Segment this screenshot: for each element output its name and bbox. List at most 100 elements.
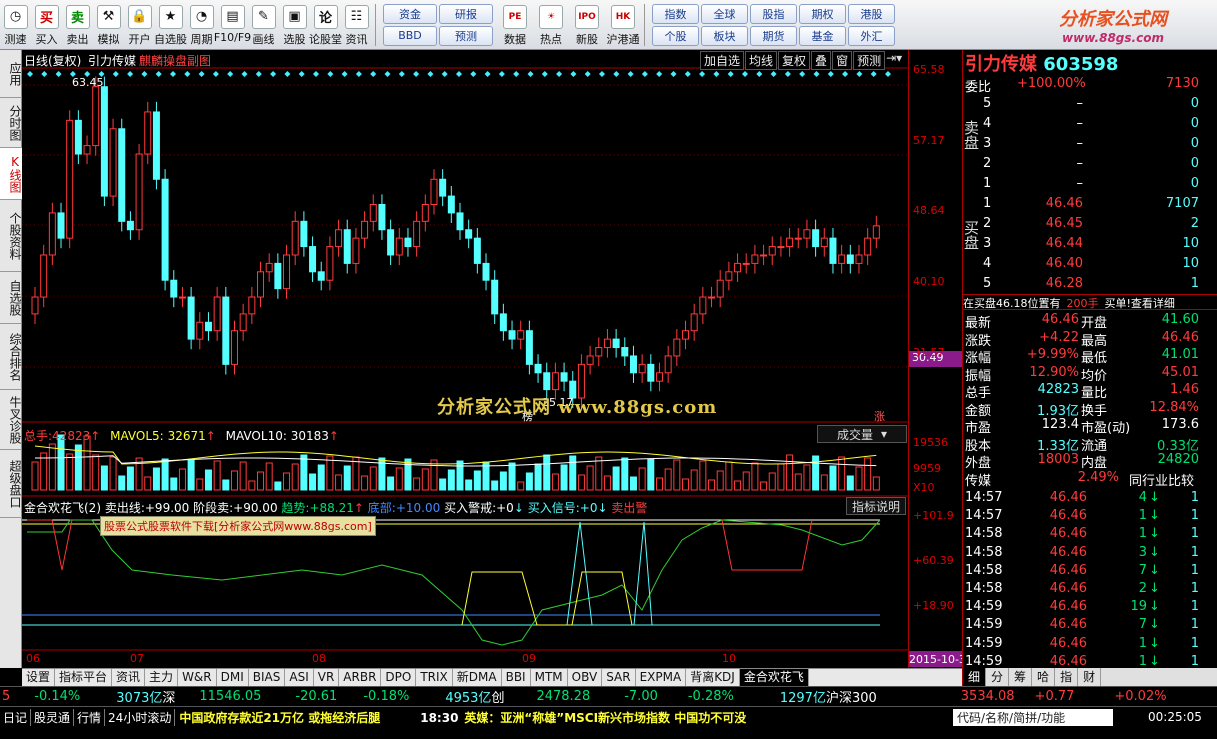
toolbar-grid2-button-0[interactable]: 指数: [652, 3, 699, 24]
indicator-tab-14[interactable]: MTM: [531, 669, 568, 686]
chart-button-1[interactable]: 均线: [745, 51, 778, 70]
toolbar-grid1-button-0[interactable]: 资金: [383, 3, 437, 24]
toolbar-grid2-button-7[interactable]: 期货: [750, 25, 797, 46]
volume-bar: [838, 456, 846, 491]
left-tab-2[interactable]: K线图: [0, 148, 22, 200]
indicator-tab-15[interactable]: OBV: [568, 669, 603, 686]
toolbar-button2-label: 数据: [504, 32, 526, 46]
toolbar-button-3[interactable]: ⚒ 模拟: [93, 1, 124, 49]
sell-level: 5: [983, 96, 992, 111]
toolbar-button2-3[interactable]: HK 沪港通: [605, 1, 641, 49]
left-tab-0[interactable]: 应用: [0, 50, 22, 98]
dropdown-icon[interactable]: ▾: [896, 51, 902, 70]
indicator-tab-17[interactable]: EXPMA: [636, 669, 687, 686]
indicator-tab-12[interactable]: 新DMA: [453, 669, 502, 686]
diamond-mark: [856, 71, 863, 77]
notice-link[interactable]: 买单!查看详细: [1105, 297, 1175, 310]
indicator-tab-13[interactable]: BBI: [502, 669, 531, 686]
indicator-help-button[interactable]: 指标说明: [846, 497, 906, 515]
status-item-0[interactable]: 日记: [0, 709, 32, 726]
toolbar-button-2[interactable]: 卖卖出: [62, 1, 93, 49]
candle: [682, 330, 690, 340]
toolbar-grid2-button-3[interactable]: 期权: [799, 3, 846, 24]
indicator-tab-2[interactable]: 资讯: [112, 669, 146, 686]
toolbar-grid1-button-1[interactable]: 研报: [439, 3, 493, 24]
stat-value: 18003: [1037, 452, 1079, 467]
toolbar-button-1[interactable]: 买买入: [31, 1, 62, 49]
quote-tab-4[interactable]: 指: [1055, 668, 1079, 686]
indicator-tab-1[interactable]: 指标平台: [55, 669, 113, 686]
status-item-3[interactable]: 24小时滚动: [105, 709, 176, 726]
toolbar-button-6[interactable]: ◔ 周期: [186, 1, 217, 49]
quote-tab-2[interactable]: 筹: [1009, 668, 1033, 686]
pin-icon[interactable]: ⇥: [886, 51, 896, 70]
candle: [187, 296, 195, 340]
toolbar-button-10[interactable]: 论论股堂: [309, 1, 342, 49]
toolbar-grid2-button-1[interactable]: 全球: [701, 3, 748, 24]
status-item-1[interactable]: 股灵通: [31, 709, 75, 726]
left-tab-4[interactable]: 自选股: [0, 272, 22, 324]
notice-row[interactable]: 在买盘46.18位置有 200手 买单!查看详细: [963, 294, 1217, 310]
toolbar-button-8[interactable]: ✎ 画线: [248, 1, 279, 49]
indicator-banner[interactable]: 股票公式股票软件下载[分析家公式网www.88gs.com]: [100, 516, 376, 536]
volume-bar: [742, 471, 750, 491]
chart-button-5[interactable]: 预测: [853, 51, 886, 70]
toolbar-button2-2[interactable]: IPO 新股: [569, 1, 605, 49]
toolbar-grid-2: 指数 全球 股指 期权 港股个股 板块 期货 基金 外汇: [652, 3, 895, 46]
chart-button-4[interactable]: 窗: [832, 51, 853, 70]
volume-bar: [74, 444, 82, 491]
tick-count: 1: [1190, 490, 1199, 505]
search-input[interactable]: 代码/名称/简拼/功能: [953, 709, 1113, 726]
toolbar-grid2-button-5[interactable]: 个股: [652, 25, 699, 46]
toolbar-grid1-button-3[interactable]: 预测: [439, 25, 493, 46]
toolbar-grid2-button-2[interactable]: 股指: [750, 3, 797, 24]
news-ticker-1[interactable]: 中国政府存款近21万亿 或拖经济后腿: [179, 709, 380, 726]
indicator-tab-7[interactable]: ASI: [285, 669, 314, 686]
index-status-bar: 5 -0.14% 3073亿深 11546.05 -20.61 -0.18% 4…: [0, 686, 1217, 706]
chart-button-3[interactable]: 叠: [811, 51, 832, 70]
toolbar-grid1-button-2[interactable]: BBD: [383, 25, 437, 46]
status-item-2[interactable]: 行情: [74, 709, 106, 726]
indicator-tab-16[interactable]: SAR: [602, 669, 636, 686]
toolbar-button2-0[interactable]: PE 数据: [497, 1, 533, 49]
indicator-tab-11[interactable]: TRIX: [416, 669, 453, 686]
chart-button-0[interactable]: 加自选: [700, 51, 745, 70]
indicator-tab-5[interactable]: DMI: [217, 669, 249, 686]
toolbar-grid2-button-9[interactable]: 外汇: [848, 25, 895, 46]
quote-tab-5[interactable]: 财: [1078, 668, 1102, 686]
indicator-tab-9[interactable]: ARBR: [339, 669, 382, 686]
indicator-tab-10[interactable]: DPO: [381, 669, 417, 686]
diamond-mark: [141, 71, 148, 77]
price-axis: 30.49 2015-10-30,五 65.5857.1748.6440.103…: [908, 50, 963, 668]
left-tab-3[interactable]: 个股资料: [0, 200, 22, 272]
indicator-tab-19[interactable]: 金合欢花飞: [739, 669, 809, 686]
toolbar-button-4[interactable]: 🔒 开户: [124, 1, 155, 49]
indicator-tab-3[interactable]: 主力: [145, 669, 179, 686]
indicator-tab-8[interactable]: VR: [314, 669, 340, 686]
quote-tab-1[interactable]: 分: [986, 668, 1010, 686]
toolbar-button-5[interactable]: ★ 自选股: [154, 1, 187, 49]
toolbar-button-7[interactable]: ▤ F10/F9: [214, 1, 251, 49]
left-tab-1[interactable]: 分时图: [0, 98, 22, 148]
toolbar-grid2-button-6[interactable]: 板块: [701, 25, 748, 46]
toolbar-button-0[interactable]: ◷ 测速: [0, 1, 31, 49]
left-tab-5[interactable]: 综合排名: [0, 324, 22, 390]
left-tab-7[interactable]: 超级盘口: [0, 450, 22, 518]
toolbar-grid2-button-8[interactable]: 基金: [799, 25, 846, 46]
indicator-tab-18[interactable]: 背离KDJ: [686, 669, 740, 686]
toolbar-button-11[interactable]: ☷ 资讯: [341, 1, 372, 49]
indicator-tab-0[interactable]: 设置: [22, 669, 56, 686]
quote-tab-3[interactable]: 哈: [1032, 668, 1056, 686]
toolbar-button2-1[interactable]: ☀ 热点: [533, 1, 569, 49]
left-tab-6[interactable]: 牛叉诊股: [0, 390, 22, 450]
volume-type-select[interactable]: 成交量 ▾: [817, 425, 907, 443]
indicator-tab-6[interactable]: BIAS: [249, 669, 286, 686]
news-ticker-2[interactable]: 英媒：亚洲“称雄”MSCI新兴市场指数 中国功不可没: [464, 709, 746, 726]
indicator-tab-4[interactable]: W&R: [178, 669, 217, 686]
toolbar-button-9[interactable]: ▣ 选股: [279, 1, 310, 49]
candle: [725, 271, 733, 281]
ind-sellwarn: 卖出警: [611, 501, 648, 515]
toolbar-grid2-button-4[interactable]: 港股: [848, 3, 895, 24]
chart-button-2[interactable]: 复权: [778, 51, 811, 70]
quote-tab-0[interactable]: 细: [963, 668, 987, 686]
